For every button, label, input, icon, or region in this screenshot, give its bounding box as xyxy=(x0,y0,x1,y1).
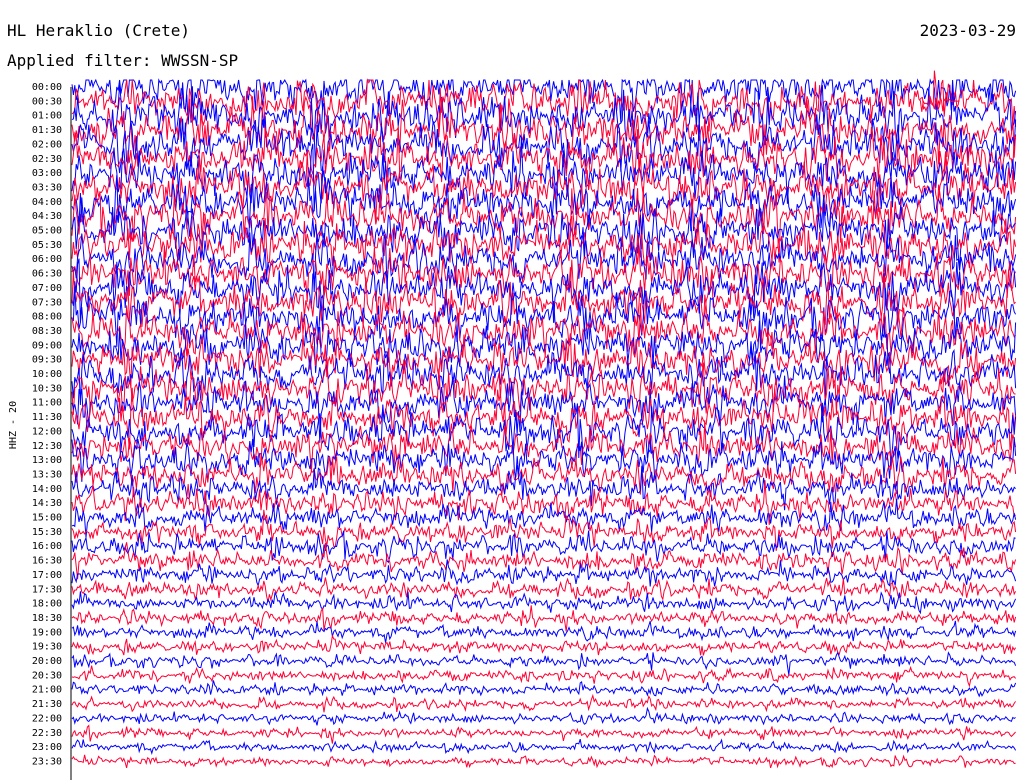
row-label: 06:30 xyxy=(32,269,62,280)
trace-row-2000 xyxy=(71,651,1017,675)
row-label: 05:30 xyxy=(32,240,62,251)
row-label: 09:00 xyxy=(32,340,62,351)
trace-row-0200 xyxy=(71,114,1017,174)
row-label: 07:00 xyxy=(32,283,62,294)
row-label: 00:00 xyxy=(32,82,62,93)
row-label-group: 00:00 00:30 01:00 01:30 02:00 02:30 03:00 03:30… xyxy=(32,82,62,767)
row-label: 04:00 xyxy=(32,197,62,208)
helicorder-plot: HHZ - 20 00:0000:3001:0001:3002:0002:300… xyxy=(8,70,1017,780)
row-label: 17:30 xyxy=(32,584,62,595)
row-label: 02:30 xyxy=(32,154,62,165)
row-label: 09:30 xyxy=(32,355,62,366)
trace-row-2230 xyxy=(71,724,1016,744)
trace-row-2100 xyxy=(71,680,1017,698)
row-label: 22:00 xyxy=(32,713,62,724)
row-label: 23:30 xyxy=(32,756,62,767)
row-label: 19:00 xyxy=(32,627,62,638)
row-label: 04:30 xyxy=(32,211,62,222)
trace-row-2030 xyxy=(71,665,1016,688)
trace-row-1430 xyxy=(71,480,1016,525)
row-label: 01:30 xyxy=(32,125,62,136)
row-label: 16:30 xyxy=(32,556,62,567)
row-label: 00:30 xyxy=(32,96,62,107)
row-label: 23:00 xyxy=(32,742,62,753)
trace-row-2130 xyxy=(71,693,1017,713)
row-label: 21:30 xyxy=(32,699,62,710)
row-label: 18:30 xyxy=(32,613,62,624)
trace-group xyxy=(71,70,1017,769)
row-label: 12:30 xyxy=(32,441,62,452)
row-label: 10:00 xyxy=(32,369,62,380)
row-label: 17:00 xyxy=(32,570,62,581)
row-label: 07:30 xyxy=(32,297,62,308)
row-label: 08:30 xyxy=(32,326,62,337)
row-label: 21:00 xyxy=(32,685,62,696)
row-label: 18:00 xyxy=(32,599,62,610)
row-label: 11:30 xyxy=(32,412,62,423)
row-label: 16:00 xyxy=(32,541,62,552)
row-label: 13:30 xyxy=(32,469,62,480)
row-label: 14:00 xyxy=(32,484,62,495)
trace-row-1830 xyxy=(71,605,1017,632)
row-label: 03:00 xyxy=(32,168,62,179)
row-label: 22:30 xyxy=(32,728,62,739)
trace-row-1800 xyxy=(71,591,1017,615)
row-label: 15:30 xyxy=(32,527,62,538)
row-label: 06:00 xyxy=(32,254,62,265)
trace-row-0900 xyxy=(71,317,1017,374)
row-label: 20:00 xyxy=(32,656,62,667)
trace-row-2330 xyxy=(71,754,1016,769)
row-label: 01:00 xyxy=(32,111,62,122)
row-label: 11:00 xyxy=(32,398,62,409)
trace-row-1930 xyxy=(71,634,1017,656)
trace-row-1030 xyxy=(71,356,1016,415)
trace-row-2300 xyxy=(71,738,1017,755)
row-label: 12:00 xyxy=(32,426,62,437)
row-label: 10:30 xyxy=(32,383,62,394)
channel-label: HHZ - 20 xyxy=(8,401,19,449)
trace-row-1600 xyxy=(71,530,1016,564)
row-label: 14:30 xyxy=(32,498,62,509)
row-label: 15:00 xyxy=(32,513,62,524)
trace-row-2200 xyxy=(71,706,1016,726)
row-label: 13:00 xyxy=(32,455,62,466)
row-label: 19:30 xyxy=(32,642,62,653)
row-label: 03:30 xyxy=(32,182,62,193)
row-label: 02:00 xyxy=(32,139,62,150)
row-label: 05:00 xyxy=(32,226,62,237)
row-label: 08:00 xyxy=(32,312,62,323)
row-label: 20:30 xyxy=(32,670,62,681)
